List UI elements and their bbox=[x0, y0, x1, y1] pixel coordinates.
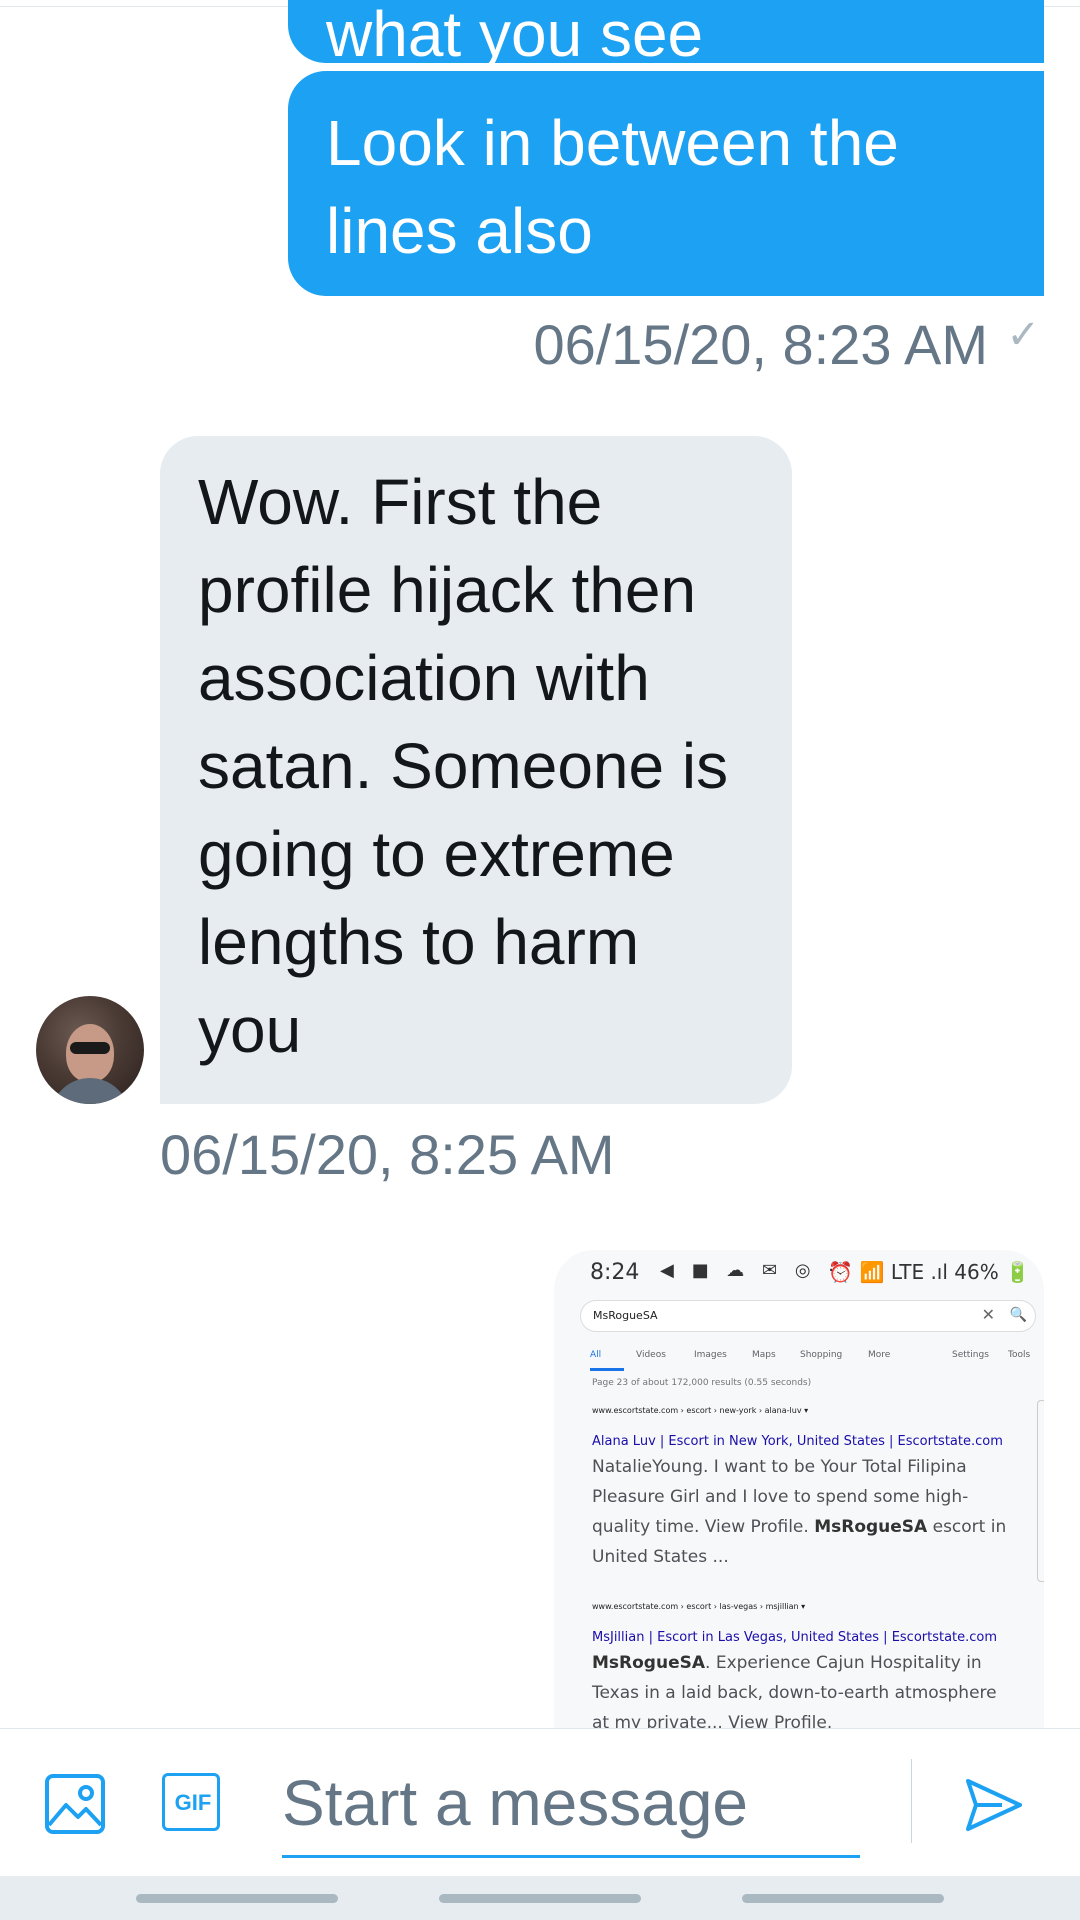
outgoing-message-bubble[interactable]: Look in between the lines also bbox=[288, 71, 1044, 296]
screenshot-tab-maps: Maps bbox=[752, 1350, 776, 1360]
screenshot-active-tab-underline bbox=[590, 1368, 624, 1371]
screenshot-scrollbar bbox=[1037, 1400, 1044, 1582]
composer-divider bbox=[911, 1759, 912, 1843]
message-input[interactable] bbox=[282, 1751, 860, 1858]
screenshot-tab-settings: Settings bbox=[952, 1350, 989, 1360]
screenshot-status-icons: ◀ ■ ☁ ✉ ◎ ·· bbox=[660, 1260, 852, 1281]
incoming-message-timestamp: 06/15/20, 8:25 AM bbox=[160, 1123, 615, 1186]
screenshot-result-title: MsJillian | Escort in Las Vegas, United … bbox=[592, 1630, 998, 1645]
message-composer: GIF bbox=[0, 1728, 1080, 1877]
screenshot-search-icon: 🔍 bbox=[1009, 1307, 1027, 1323]
incoming-message-text: Wow. First the profile hijack then assoc… bbox=[198, 466, 729, 1066]
screenshot-tab-more: More bbox=[868, 1350, 891, 1360]
system-navigation-bar bbox=[0, 1876, 1080, 1920]
screenshot-result-url: www.escortstate.com › escort › las-vegas… bbox=[592, 1602, 806, 1611]
sent-check-icon: ✓ bbox=[1006, 313, 1040, 357]
screenshot-tab-tools: Tools bbox=[1008, 1350, 1031, 1360]
previous-outgoing-message-text: what you see bbox=[326, 0, 704, 70]
snippet-highlight: MsRogueSA bbox=[814, 1517, 928, 1537]
screenshot-status-bar: 8:24 ◀ ■ ☁ ✉ ◎ ·· ⏰ 📶 LTE .ıl 46% 🔋 bbox=[590, 1256, 1030, 1292]
incoming-message-bubble[interactable]: Wow. First the profile hijack then assoc… bbox=[160, 436, 792, 1104]
previous-outgoing-message-bubble[interactable]: what you see bbox=[288, 0, 1044, 70]
screenshot-result-url: www.escortstate.com › escort › new-york … bbox=[592, 1406, 809, 1415]
screenshot-result-title: Alana Luv | Escort in New York, United S… bbox=[592, 1434, 1003, 1449]
nav-home-handle[interactable] bbox=[439, 1894, 641, 1903]
image-icon[interactable] bbox=[44, 1773, 106, 1835]
screenshot-tab-images: Images bbox=[694, 1350, 727, 1360]
send-icon[interactable] bbox=[962, 1773, 1026, 1837]
sender-avatar[interactable] bbox=[36, 996, 144, 1104]
nav-back-handle[interactable] bbox=[136, 1894, 338, 1903]
avatar-shoulders bbox=[50, 1078, 130, 1104]
screenshot-search-box: MsRogueSA ✕ 🔍 bbox=[580, 1300, 1036, 1332]
screenshot-search-tabs: All Videos Images Maps Shopping More Set… bbox=[590, 1346, 1040, 1372]
screenshot-tab-all: All bbox=[590, 1350, 602, 1360]
screenshot-clear-icon: ✕ bbox=[981, 1305, 995, 1324]
snippet-highlight: MsRogueSA bbox=[592, 1653, 706, 1673]
screenshot-search-query: MsRogueSA bbox=[593, 1309, 658, 1322]
gif-label: GIF bbox=[174, 1790, 212, 1815]
screenshot-status-time: 8:24 bbox=[590, 1260, 640, 1285]
screenshot-result-snippet: NatalieYoung. I want to be Your Total Fi… bbox=[592, 1452, 1012, 1572]
screenshot-result-snippet: MsRogueSA. Experience Cajun Hospitality … bbox=[592, 1648, 1012, 1730]
shared-screenshot-image[interactable]: 8:24 ◀ ■ ☁ ✉ ◎ ·· ⏰ 📶 LTE .ıl 46% 🔋 MsRo… bbox=[554, 1250, 1044, 1730]
screenshot-status-right: ⏰ 📶 LTE .ıl 46% 🔋 bbox=[828, 1260, 1030, 1284]
outgoing-message-timestamp: 06/15/20, 8:23 AM bbox=[533, 313, 988, 376]
outgoing-message-text: Look in between the lines also bbox=[326, 107, 899, 267]
gif-button[interactable]: GIF bbox=[162, 1773, 224, 1835]
screenshot-result-stats: Page 23 of about 172,000 results (0.55 s… bbox=[592, 1378, 812, 1388]
screenshot-tab-videos: Videos bbox=[636, 1350, 666, 1360]
screenshot-tab-shopping: Shopping bbox=[800, 1350, 843, 1360]
avatar-sunglasses bbox=[70, 1042, 110, 1054]
nav-recents-handle[interactable] bbox=[742, 1894, 944, 1903]
